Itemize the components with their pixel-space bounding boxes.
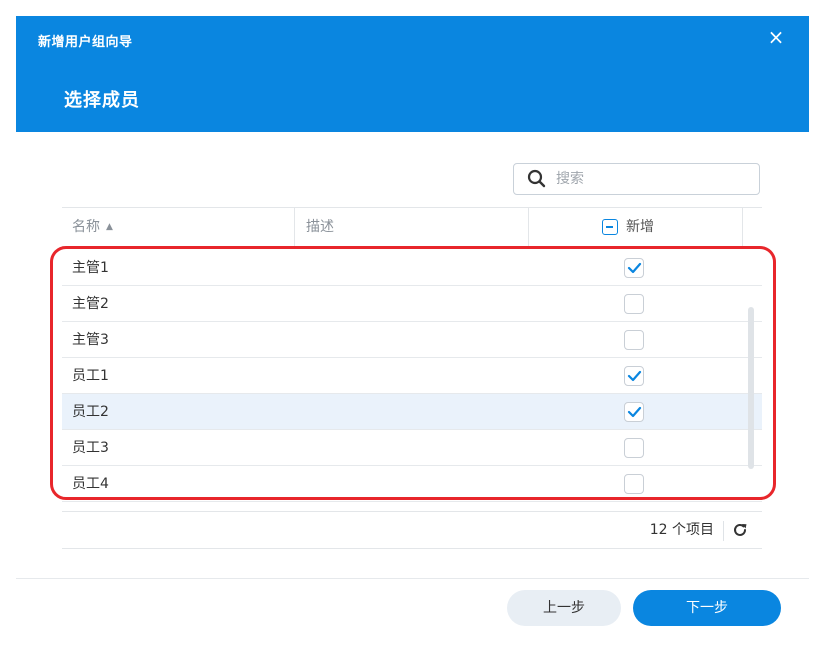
column-header-description[interactable]: 描述 bbox=[306, 208, 334, 246]
column-divider bbox=[294, 208, 295, 246]
step-title: 选择成员 bbox=[64, 90, 140, 111]
footer-divider-line bbox=[16, 578, 809, 579]
table-row[interactable]: 主管1 bbox=[62, 250, 762, 286]
refresh-icon[interactable] bbox=[732, 522, 748, 538]
members-table: 名称 ▲ 描述 新增 主管1 主管2 主管3 员工1 员工2 员工3 员工4 12 个项目 bbox=[62, 207, 762, 549]
member-name: 主管3 bbox=[72, 332, 109, 348]
add-member-checkbox[interactable] bbox=[624, 438, 644, 458]
table-row[interactable]: 员工1 bbox=[62, 358, 762, 394]
add-member-checkbox[interactable] bbox=[624, 294, 644, 314]
member-name: 员工2 bbox=[72, 404, 109, 420]
table-row[interactable]: 主管3 bbox=[62, 322, 762, 358]
sort-ascending-icon: ▲ bbox=[106, 222, 113, 232]
column-header-name-label: 名称 bbox=[72, 219, 100, 235]
table-footer: 12 个项目 bbox=[62, 511, 762, 549]
column-header-name[interactable]: 名称 ▲ bbox=[72, 208, 113, 246]
search-icon bbox=[527, 169, 546, 188]
footer-divider bbox=[723, 521, 724, 541]
add-member-checkbox[interactable] bbox=[624, 258, 644, 278]
wizard-header: 新增用户组向导 × 选择成员 bbox=[16, 16, 809, 132]
search-input[interactable] bbox=[554, 170, 748, 188]
column-header-add: 新增 bbox=[602, 208, 654, 246]
column-header-add-label: 新增 bbox=[626, 219, 654, 235]
column-divider bbox=[742, 208, 743, 246]
checkmark-icon bbox=[627, 406, 642, 418]
member-name: 员工1 bbox=[72, 368, 109, 384]
table-row[interactable]: 员工4 bbox=[62, 466, 762, 502]
select-all-checkbox[interactable] bbox=[602, 219, 618, 235]
add-member-checkbox[interactable] bbox=[624, 330, 644, 350]
search-box[interactable] bbox=[513, 163, 760, 195]
checkmark-icon bbox=[627, 370, 642, 382]
table-row[interactable]: 主管2 bbox=[62, 286, 762, 322]
table-row[interactable]: 员工3 bbox=[62, 430, 762, 466]
member-name: 员工4 bbox=[72, 476, 109, 492]
table-body: 主管1 主管2 主管3 员工1 员工2 员工3 员工4 bbox=[62, 250, 762, 509]
add-member-checkbox[interactable] bbox=[624, 402, 644, 422]
scrollbar[interactable] bbox=[748, 307, 754, 469]
table-row[interactable]: 员工2 bbox=[62, 394, 762, 430]
checkmark-icon bbox=[627, 262, 642, 274]
add-member-checkbox[interactable] bbox=[624, 474, 644, 494]
wizard-title: 新增用户组向导 bbox=[38, 35, 133, 50]
member-name: 员工3 bbox=[72, 440, 109, 456]
close-icon[interactable]: × bbox=[765, 26, 787, 48]
member-name: 主管2 bbox=[72, 296, 109, 312]
table-header: 名称 ▲ 描述 新增 bbox=[62, 207, 762, 247]
column-divider bbox=[528, 208, 529, 246]
add-member-checkbox[interactable] bbox=[624, 366, 644, 386]
member-name: 主管1 bbox=[72, 260, 109, 276]
previous-step-button[interactable]: 上一步 bbox=[507, 590, 621, 626]
item-count: 12 个项目 bbox=[649, 522, 714, 538]
next-step-button[interactable]: 下一步 bbox=[633, 590, 781, 626]
